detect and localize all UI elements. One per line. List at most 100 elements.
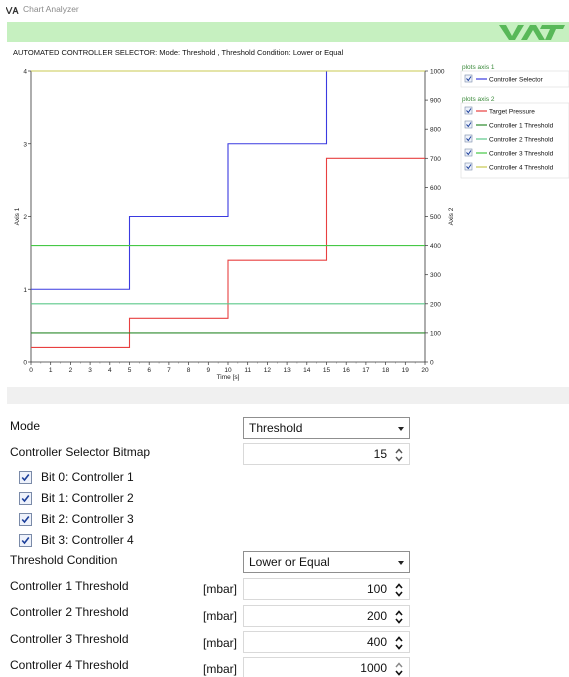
legend-label: Controller 3 Threshold [489, 151, 554, 158]
condition-select-value: Lower or Equal [249, 555, 330, 569]
y-right-tick-label: 0 [430, 360, 434, 367]
x-tick-label: 19 [402, 367, 410, 374]
x-tick-label: 4 [108, 367, 112, 374]
bit1-label: Bit 1: Controller 2 [41, 491, 134, 505]
threshold2-unit: [mbar] [203, 609, 238, 623]
x-tick-label: 13 [283, 367, 291, 374]
vat-logo [499, 25, 565, 40]
chart-title: AUTOMATED CONTROLLER SELECTOR: Mode: Thr… [13, 48, 344, 57]
y-right-tick-label: 300 [430, 272, 441, 279]
mode-label: Mode [10, 419, 41, 433]
threshold4-unit: [mbar] [203, 662, 238, 676]
x-tick-label: 16 [343, 367, 351, 374]
x-axis-label: Time [s] [217, 374, 240, 381]
x-tick-label: 11 [244, 367, 251, 374]
checkmark-icon [21, 474, 30, 482]
x-tick-label: 7 [167, 367, 171, 374]
threshold1-unit: [mbar] [203, 582, 238, 596]
legend-label: Controller Selector [489, 77, 544, 84]
y-right-tick-label: 100 [430, 330, 441, 337]
y-left-tick-label: 4 [23, 69, 27, 76]
legend-label: Controller 1 Threshold [489, 123, 554, 130]
mode-select[interactable]: Threshold [243, 417, 410, 439]
legend-label: Controller 4 Threshold [489, 165, 554, 172]
mode-select-value: Threshold [249, 421, 303, 435]
y-right-tick-label: 400 [430, 243, 441, 250]
chevron-up-icon[interactable] [395, 583, 403, 589]
threshold3-label: Controller 3 Threshold [10, 632, 129, 646]
chevron-up-icon[interactable] [395, 636, 403, 642]
bit3-checkbox[interactable] [19, 534, 32, 547]
x-tick-label: 2 [69, 367, 73, 374]
x-tick-label: 18 [382, 367, 390, 374]
x-tick-label: 3 [88, 367, 92, 374]
brand-bar [7, 22, 569, 42]
threshold1-label: Controller 1 Threshold [10, 579, 129, 593]
threshold1-spinbox[interactable]: 100 [243, 578, 410, 600]
chevron-down-icon[interactable] [395, 644, 403, 650]
x-tick-label: 17 [362, 367, 370, 374]
bit2-checkbox[interactable] [19, 513, 32, 526]
threshold4-value: 1000 [360, 661, 387, 675]
x-tick-label: 15 [323, 367, 331, 374]
x-tick-label: 0 [29, 367, 33, 374]
x-tick-label: 6 [147, 367, 151, 374]
title-bar: Chart Analyzer [0, 0, 569, 22]
checkmark-icon [21, 537, 30, 545]
bit0-checkbox[interactable] [19, 471, 32, 484]
y-right-tick-label: 700 [430, 156, 441, 163]
x-tick-label: 1 [49, 367, 53, 374]
y-right-tick-label: 1000 [430, 69, 445, 76]
bitmap-label: Controller Selector Bitmap [10, 445, 151, 459]
vat-app-icon [6, 7, 19, 14]
threshold2-value: 200 [366, 609, 387, 623]
threshold4-spinbox[interactable]: 1000 [243, 657, 410, 677]
chevron-down-icon[interactable] [395, 456, 403, 462]
bitmap-value: 15 [373, 447, 387, 461]
dropdown-arrow-icon [398, 427, 404, 431]
dropdown-arrow-icon [398, 561, 404, 565]
chart-plot-area: 0 1 2 3 4 5 6 7 8 9 10 11 12 13 14 15 16 17 18 19 20Time [s]… [14, 69, 455, 382]
y-left-tick-label: 3 [23, 141, 27, 148]
legend-axis2-title: plots axis 2 [462, 96, 495, 103]
chart-footer-strip [7, 387, 569, 404]
y-right-tick-label: 600 [430, 185, 441, 192]
x-tick-label: 10 [224, 367, 232, 374]
chevron-down-icon[interactable] [395, 591, 403, 597]
condition-label: Threshold Condition [10, 553, 118, 567]
x-tick-label: 5 [128, 367, 132, 374]
bit2-label: Bit 2: Controller 3 [41, 512, 134, 526]
settings-form: Mode Threshold Controller Selector Bitma… [0, 404, 569, 677]
x-tick-label: 20 [421, 367, 429, 374]
threshold3-value: 400 [366, 635, 387, 649]
bitmap-spinbox[interactable]: 15 [243, 443, 410, 465]
y-right-tick-label: 200 [430, 301, 441, 308]
chevron-down-icon[interactable] [395, 670, 403, 676]
bit1-checkbox[interactable] [19, 492, 32, 505]
bit0-label: Bit 0: Controller 1 [41, 470, 134, 484]
chevron-up-icon[interactable] [395, 662, 403, 668]
threshold2-spinbox[interactable]: 200 [243, 605, 410, 627]
chart-panel: AUTOMATED CONTROLLER SELECTOR: Mode: Thr… [7, 42, 569, 387]
y-left-tick-label: 2 [23, 214, 27, 221]
chart-legend: plots axis 1 plots axis 2 Controller Selec… [460, 64, 569, 179]
window-title: Chart Analyzer [23, 4, 79, 14]
condition-select[interactable]: Lower or Equal [243, 551, 410, 573]
y-left-tick-label: 0 [23, 360, 27, 367]
x-tick-label: 9 [206, 367, 210, 374]
legend-label: Target Pressure [489, 109, 535, 116]
y-right-tick-label: 800 [430, 127, 441, 134]
chevron-up-icon[interactable] [395, 448, 403, 454]
chart-canvas: AUTOMATED CONTROLLER SELECTOR: Mode: Thr… [13, 48, 569, 382]
bit3-label: Bit 3: Controller 4 [41, 533, 134, 547]
threshold2-label: Controller 2 Threshold [10, 605, 129, 619]
threshold3-unit: [mbar] [203, 636, 238, 650]
legend-axis1-title: plots axis 1 [462, 64, 495, 71]
threshold1-value: 100 [366, 582, 387, 596]
y-left-tick-label: 1 [23, 287, 27, 294]
threshold3-spinbox[interactable]: 400 [243, 631, 410, 653]
threshold4-label: Controller 4 Threshold [10, 658, 129, 672]
chevron-up-icon[interactable] [395, 610, 403, 616]
x-tick-label: 14 [303, 367, 311, 374]
chevron-down-icon[interactable] [395, 618, 403, 624]
